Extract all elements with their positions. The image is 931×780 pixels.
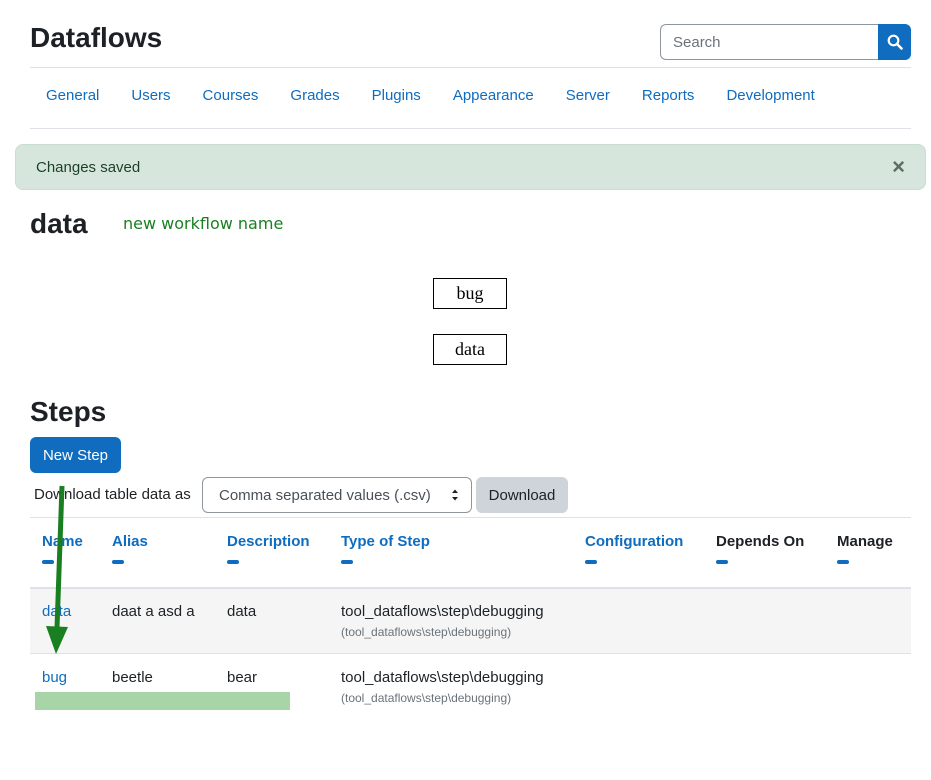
col-header-description[interactable]: Description bbox=[227, 533, 310, 564]
row-name-link[interactable]: data bbox=[42, 603, 71, 620]
col-header-configuration[interactable]: Configuration bbox=[585, 533, 683, 564]
row-type: tool_dataflows\step\debugging bbox=[341, 603, 544, 620]
col-header-depends-on-label: Depends On bbox=[716, 533, 805, 550]
nav-divider bbox=[30, 128, 911, 129]
select-arrows-icon bbox=[452, 489, 458, 501]
steps-heading: Steps bbox=[30, 396, 107, 427]
row-alias: daat a asd a bbox=[112, 603, 195, 620]
sort-icon[interactable] bbox=[716, 560, 728, 564]
sort-icon[interactable] bbox=[227, 560, 239, 564]
nav-general[interactable]: General bbox=[30, 84, 115, 108]
row-description: data bbox=[227, 603, 257, 620]
new-step-button[interactable]: New Step bbox=[30, 437, 121, 473]
site-title: Dataflows bbox=[30, 22, 163, 53]
sort-icon[interactable] bbox=[341, 560, 353, 564]
nav-plugins[interactable]: Plugins bbox=[356, 84, 437, 108]
col-header-description-label: Description bbox=[227, 533, 310, 550]
workflow-name-annotation: new workflow name bbox=[123, 214, 284, 233]
col-header-alias[interactable]: Alias bbox=[112, 533, 148, 564]
row-type-sub: (tool_dataflows\step\debugging) bbox=[341, 691, 512, 705]
search-icon bbox=[887, 34, 903, 50]
table-top-border bbox=[30, 517, 911, 518]
row-description: bear bbox=[227, 669, 258, 686]
nav-grades[interactable]: Grades bbox=[274, 84, 355, 108]
nav-reports[interactable]: Reports bbox=[626, 84, 711, 108]
close-icon[interactable]: × bbox=[892, 156, 905, 178]
admin-nav: General Users Courses Grades Plugins App… bbox=[30, 84, 831, 108]
table-row bbox=[30, 589, 911, 653]
col-header-name-label: Name bbox=[42, 533, 83, 550]
col-header-type-label: Type of Step bbox=[341, 533, 430, 550]
col-header-type[interactable]: Type of Step bbox=[341, 533, 430, 564]
nav-users[interactable]: Users bbox=[115, 84, 186, 108]
sort-icon[interactable] bbox=[112, 560, 124, 564]
row-alias: beetle bbox=[112, 669, 153, 686]
nav-server[interactable]: Server bbox=[550, 84, 626, 108]
sort-icon[interactable] bbox=[42, 560, 54, 564]
nav-courses[interactable]: Courses bbox=[187, 84, 275, 108]
alert-message: Changes saved bbox=[36, 158, 141, 176]
row-divider bbox=[30, 653, 911, 654]
search-form bbox=[660, 24, 911, 60]
annotation-highlight-bar bbox=[35, 692, 290, 710]
diagram-node-data: data bbox=[433, 334, 507, 365]
col-header-manage: Manage bbox=[837, 533, 893, 564]
download-format-select[interactable]: Comma separated values (.csv) bbox=[202, 477, 472, 513]
col-header-manage-label: Manage bbox=[837, 533, 893, 550]
annotation-arrow-icon bbox=[46, 485, 68, 654]
col-header-alias-label: Alias bbox=[112, 533, 148, 550]
col-header-configuration-label: Configuration bbox=[585, 533, 684, 550]
success-alert: Changes saved × bbox=[15, 144, 926, 190]
nav-development[interactable]: Development bbox=[710, 84, 830, 108]
row-type: tool_dataflows\step\debugging bbox=[341, 669, 544, 686]
row-name-link[interactable]: bug bbox=[42, 669, 67, 686]
sort-icon[interactable] bbox=[837, 560, 849, 564]
workflow-title: data bbox=[30, 208, 88, 239]
col-header-name[interactable]: Name bbox=[42, 533, 83, 564]
download-button[interactable]: Download bbox=[476, 477, 568, 513]
row-type-sub: (tool_dataflows\step\debugging) bbox=[341, 625, 512, 639]
search-button[interactable] bbox=[878, 24, 911, 60]
download-format-value: Comma separated values (.csv) bbox=[219, 486, 431, 504]
search-input[interactable] bbox=[660, 24, 878, 60]
header-divider bbox=[30, 67, 911, 68]
sort-icon[interactable] bbox=[585, 560, 597, 564]
diagram-node-bug: bug bbox=[433, 278, 507, 309]
download-label: Download table data as bbox=[34, 486, 191, 503]
nav-appearance[interactable]: Appearance bbox=[437, 84, 550, 108]
col-header-depends-on: Depends On bbox=[716, 533, 804, 564]
